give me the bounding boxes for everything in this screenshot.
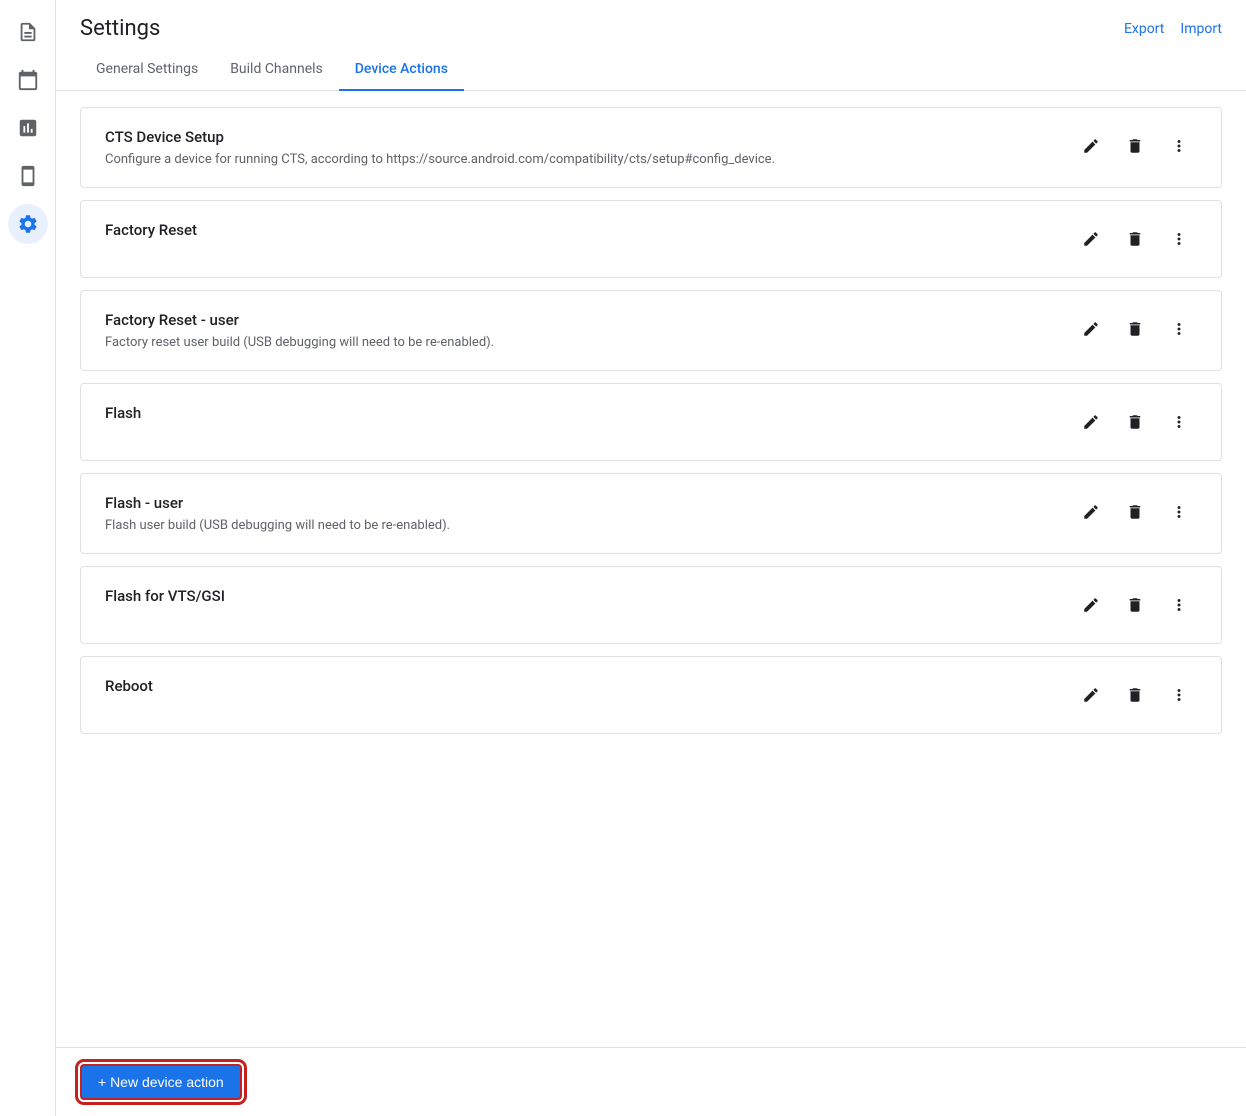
tabs-bar: General Settings Build Channels Device A…: [56, 49, 1246, 91]
import-link[interactable]: Import: [1180, 21, 1222, 37]
action-name: Factory Reset - user: [105, 311, 1049, 329]
page-title: Settings: [80, 16, 160, 41]
edit-button[interactable]: [1073, 128, 1109, 164]
more-options-button[interactable]: [1161, 404, 1197, 440]
edit-button[interactable]: [1073, 494, 1109, 530]
content-area: CTS Device Setup Configure a device for r…: [56, 91, 1246, 1047]
sidebar-item-settings[interactable]: [8, 204, 48, 244]
sidebar-item-devices[interactable]: [8, 156, 48, 196]
delete-button[interactable]: [1117, 494, 1153, 530]
tab-build-channels[interactable]: Build Channels: [214, 49, 339, 91]
action-card: Factory Reset - user Factory reset user b…: [80, 290, 1222, 371]
action-name: Factory Reset: [105, 221, 1049, 239]
page-footer: + New device action: [56, 1047, 1246, 1116]
action-card: Factory Reset: [80, 200, 1222, 278]
sidebar-item-reports[interactable]: [8, 12, 48, 52]
edit-button[interactable]: [1073, 221, 1109, 257]
action-name: Flash: [105, 404, 1049, 422]
more-options-button[interactable]: [1161, 587, 1197, 623]
more-options-button[interactable]: [1161, 494, 1197, 530]
action-name: Flash for VTS/GSI: [105, 587, 1049, 605]
main-content: Settings Export Import General Settings …: [56, 0, 1246, 1116]
tab-device-actions[interactable]: Device Actions: [339, 49, 464, 91]
action-name: Flash - user: [105, 494, 1049, 512]
delete-button[interactable]: [1117, 677, 1153, 713]
action-card: Reboot: [80, 656, 1222, 734]
delete-button[interactable]: [1117, 404, 1153, 440]
new-device-action-button[interactable]: + New device action: [80, 1064, 242, 1100]
more-options-button[interactable]: [1161, 221, 1197, 257]
delete-button[interactable]: [1117, 587, 1153, 623]
more-options-button[interactable]: [1161, 311, 1197, 347]
edit-button[interactable]: [1073, 677, 1109, 713]
edit-button[interactable]: [1073, 311, 1109, 347]
action-description: Configure a device for running CTS, acco…: [105, 152, 1049, 167]
edit-button[interactable]: [1073, 587, 1109, 623]
action-card: Flash: [80, 383, 1222, 461]
edit-button[interactable]: [1073, 404, 1109, 440]
page-header: Settings Export Import: [56, 0, 1246, 41]
sidebar-item-analytics[interactable]: [8, 108, 48, 148]
action-name: Reboot: [105, 677, 1049, 695]
action-card: Flash - user Flash user build (USB debugg…: [80, 473, 1222, 554]
sidebar: [0, 0, 56, 1116]
delete-button[interactable]: [1117, 128, 1153, 164]
more-options-button[interactable]: [1161, 128, 1197, 164]
action-description: Factory reset user build (USB debugging …: [105, 335, 1049, 350]
more-options-button[interactable]: [1161, 677, 1197, 713]
export-link[interactable]: Export: [1124, 21, 1164, 37]
delete-button[interactable]: [1117, 311, 1153, 347]
action-card: Flash for VTS/GSI: [80, 566, 1222, 644]
delete-button[interactable]: [1117, 221, 1153, 257]
header-actions: Export Import: [1124, 21, 1222, 37]
action-name: CTS Device Setup: [105, 128, 1049, 146]
action-description: Flash user build (USB debugging will nee…: [105, 518, 1049, 533]
tab-general-settings[interactable]: General Settings: [80, 49, 214, 91]
action-card: CTS Device Setup Configure a device for r…: [80, 107, 1222, 188]
sidebar-item-schedule[interactable]: [8, 60, 48, 100]
